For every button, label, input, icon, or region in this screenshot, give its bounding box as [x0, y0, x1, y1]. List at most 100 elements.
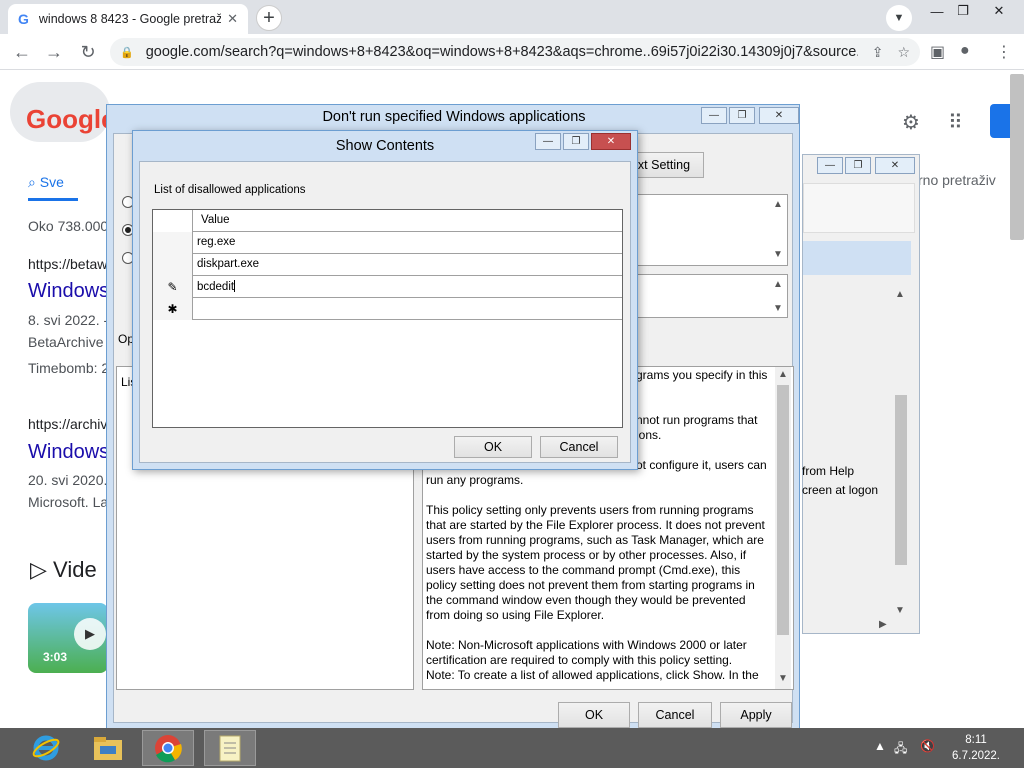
help-text-5: run any programs. [426, 473, 524, 487]
bookmark-star-icon[interactable]: ☆ [897, 44, 910, 61]
page-scrollbar[interactable] [1010, 74, 1024, 240]
videos-heading: ▷ Vide [30, 557, 97, 583]
result2-url[interactable]: https://archiv [28, 416, 107, 432]
dialog-close-button[interactable]: ✕ [591, 133, 631, 150]
grid-new-row[interactable]: ✱ [153, 298, 622, 320]
comment-scroll-up-icon[interactable]: ▲ [773, 199, 783, 210]
row-value-editor[interactable]: bcdedit [197, 280, 236, 293]
lock-icon: 🔒 [120, 46, 134, 59]
dialog-cancel-button[interactable]: Cancel [540, 436, 618, 458]
url-text[interactable]: google.com/search?q=windows+8+8423&oq=wi… [146, 44, 858, 60]
dialog-restore-button[interactable]: ❐ [563, 133, 589, 150]
apps-grid-icon[interactable]: ⠿ [948, 110, 963, 135]
policy-close-button[interactable]: ✕ [759, 107, 799, 124]
row-value[interactable]: reg.exe [197, 236, 235, 248]
tab-close-icon[interactable]: ✕ [227, 11, 238, 27]
reload-icon[interactable]: ↻ [76, 40, 100, 64]
result2-title[interactable]: Windows [28, 441, 109, 464]
back-icon[interactable]: ← [10, 40, 34, 64]
bg-restore-button[interactable]: ❐ [845, 157, 871, 174]
bg-close-button[interactable]: ✕ [875, 157, 915, 174]
videos-heading-label: Vide [53, 557, 97, 582]
policy-cancel-button[interactable]: Cancel [638, 702, 712, 728]
policy-ok-button[interactable]: OK [558, 702, 630, 728]
system-clock[interactable]: 8:11 6.7.2022. [948, 732, 1004, 764]
volume-muted-icon[interactable]: 🔇 [920, 739, 935, 753]
bg-scroll-up-icon[interactable]: ▲ [895, 289, 905, 300]
bg-scroll-right-icon[interactable]: ▶ [879, 619, 887, 630]
policy-apply-button[interactable]: Apply [720, 702, 792, 728]
row-value[interactable]: diskpart.exe [197, 258, 259, 270]
forward-icon[interactable]: → [42, 40, 66, 64]
supported-scroll-up-icon[interactable]: ▲ [773, 279, 783, 290]
result1-snippet: BetaArchive [28, 334, 104, 350]
row-selector[interactable] [153, 254, 193, 276]
network-icon[interactable]: 🖧 [894, 739, 907, 760]
internet-explorer-icon[interactable] [20, 730, 72, 766]
supported-on-box: ▲ ▼ [618, 274, 788, 318]
tab-title: windows 8 8423 - Google pretraž [38, 12, 222, 26]
grid-row-editing[interactable]: ✎ bcdedit [153, 276, 622, 298]
address-bar[interactable]: 🔒 google.com/search?q=windows+8+8423&oq=… [110, 38, 920, 66]
help-text-2: nnot run programs that [636, 413, 758, 427]
bg-minimize-button[interactable]: — [817, 157, 843, 174]
results-count: Oko 738.000 [28, 218, 109, 234]
menu-kebab-icon[interactable]: ⋮ [996, 42, 1012, 62]
side-panel-icon[interactable]: ▣ [930, 42, 945, 62]
help-scrollbar[interactable]: ▲ ▼ [775, 367, 791, 689]
browser-tab[interactable]: G windows 8 8423 - Google pretraž ✕ [8, 4, 248, 34]
background-window: — ❐ ✕ ▲ ▼ ▶ [802, 154, 920, 634]
dialog-ok-button[interactable]: OK [454, 436, 532, 458]
values-grid[interactable]: Value reg.exe diskpart.exe ✎ bcdedit ✱ [152, 209, 623, 428]
supported-scroll-down-icon[interactable]: ▼ [773, 303, 783, 314]
new-row-asterisk-icon[interactable]: ✱ [153, 298, 193, 320]
share-icon[interactable]: ⇪ [872, 44, 884, 61]
help-scroll-down-icon[interactable]: ▼ [778, 673, 788, 684]
row-value-text: bcdedit [197, 281, 235, 293]
help-paragraph-note2: Note: To create a list of allowed applic… [426, 668, 759, 682]
file-explorer-icon[interactable] [82, 730, 134, 766]
google-favicon-icon: G [18, 11, 29, 27]
play-icon[interactable]: ▶ [74, 618, 106, 650]
side-text-1: from Help [802, 464, 855, 478]
help-paragraph-note1: Note: Non-Microsoft applications with Wi… [426, 638, 747, 667]
notepad-taskbar-icon[interactable] [204, 730, 256, 766]
window-close-button[interactable]: ✕ [984, 2, 1014, 20]
chrome-taskbar-icon[interactable] [142, 730, 194, 766]
grid-header: Value [153, 210, 622, 232]
result1-title[interactable]: Windows [28, 280, 109, 303]
result1-url[interactable]: https://betaw [28, 256, 107, 272]
new-tab-button[interactable]: + [256, 5, 282, 31]
dialog-body: List of disallowed applications Value re… [139, 161, 631, 463]
row-edit-pencil-icon[interactable]: ✎ [153, 276, 193, 298]
tab-all-underline [28, 198, 78, 201]
show-contents-dialog: Show Contents — ❐ ✕ List of disallowed a… [132, 130, 638, 470]
google-logo-text: Google [26, 104, 116, 134]
policy-restore-button[interactable]: ❐ [729, 107, 755, 124]
bg-selected-row [803, 241, 911, 275]
bg-scroll-down-icon[interactable]: ▼ [895, 605, 905, 616]
comment-scroll-down-icon[interactable]: ▼ [773, 249, 783, 260]
dialog-minimize-button[interactable]: — [535, 133, 561, 150]
policy-minimize-button[interactable]: — [701, 107, 727, 124]
grid-row[interactable]: diskpart.exe [153, 254, 622, 276]
tab-all[interactable]: ⌕ Sve [28, 174, 64, 191]
comment-box[interactable]: ▲ ▼ [618, 194, 788, 266]
help-text-1: grams you specify in this [636, 368, 768, 382]
tab-search-button[interactable]: ▼ [886, 5, 912, 31]
browser-toolbar: ← → ↻ 🔒 google.com/search?q=windows+8+84… [0, 34, 1024, 70]
video-duration: 3:03 [43, 650, 68, 664]
show-hidden-icons-icon[interactable]: ▲ [874, 739, 886, 753]
help-scroll-up-icon[interactable]: ▲ [778, 369, 788, 380]
grid-corner [153, 210, 193, 232]
window-restore-button[interactable]: ❐ [948, 2, 978, 20]
tools-right-text: rno pretraživ [918, 172, 996, 188]
value-column-header[interactable]: Value [201, 214, 230, 226]
grid-row[interactable]: reg.exe [153, 232, 622, 254]
settings-gear-icon[interactable]: ⚙ [902, 110, 920, 135]
profile-avatar[interactable]: ● [960, 42, 970, 60]
row-selector[interactable] [153, 232, 193, 254]
result2-date: 20. svi 2020. [28, 472, 108, 488]
help-text-4: ot configure it, users can [636, 458, 767, 472]
tab-strip: G windows 8 8423 - Google pretraž ✕ + ▼ … [0, 0, 1024, 34]
